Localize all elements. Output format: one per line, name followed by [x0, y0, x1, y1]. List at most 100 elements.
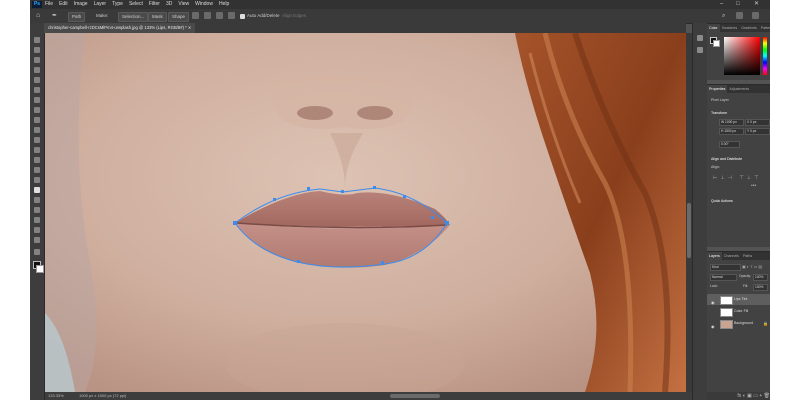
- dodge-tool-icon[interactable]: [34, 177, 40, 183]
- frame-tool-icon[interactable]: [34, 87, 40, 93]
- layer-name[interactable]: Background: [734, 318, 753, 329]
- lock-icon: 🔒: [763, 321, 768, 326]
- hand-tool-icon[interactable]: [34, 227, 40, 233]
- selection-button[interactable]: Selection...: [118, 12, 149, 22]
- menu-view[interactable]: View: [178, 0, 189, 9]
- layers-bottom-icons[interactable]: fx ◐ ▣ ▭ + 🗑: [707, 392, 770, 400]
- layer-name[interactable]: Color Fill: [734, 306, 748, 317]
- tab-gradients[interactable]: Gradients: [739, 24, 759, 32]
- auto-add-delete-checkbox[interactable]: [240, 13, 245, 19]
- menu-select[interactable]: Select: [129, 0, 143, 9]
- layer-name[interactable]: Lips Tint: [734, 294, 747, 305]
- brush-tool-icon[interactable]: [34, 117, 40, 123]
- history-brush-tool-icon[interactable]: [34, 137, 40, 143]
- zoom-tool-icon[interactable]: [34, 237, 40, 243]
- height-field[interactable]: H 1500 px: [719, 128, 744, 135]
- menu-file[interactable]: File: [45, 0, 53, 9]
- menu-filter[interactable]: Filter: [149, 0, 160, 9]
- layer-kind-filter[interactable]: Kind: [710, 264, 741, 271]
- color-picker-field[interactable]: [724, 37, 760, 75]
- lock-label: Lock:: [710, 284, 718, 288]
- tab-swatches[interactable]: Swatches: [720, 24, 740, 32]
- crop-tool-icon[interactable]: [34, 77, 40, 83]
- blend-mode-select[interactable]: Normal: [710, 274, 737, 281]
- close-button[interactable]: ✕: [754, 0, 759, 9]
- more-tools-icon[interactable]: [34, 249, 40, 255]
- menu-layer[interactable]: Layer: [94, 0, 107, 9]
- home-icon[interactable]: ⌂: [36, 12, 40, 20]
- properties-panel-tabs: Properties Adjustments: [707, 85, 770, 93]
- eraser-tool-icon[interactable]: [34, 147, 40, 153]
- path-operations-icon[interactable]: [192, 12, 199, 19]
- filter-icons[interactable]: ▣◐T▭▤: [742, 264, 763, 269]
- path-alignment-icon[interactable]: [204, 12, 211, 19]
- tab-paths[interactable]: Paths: [741, 252, 754, 260]
- workspace-icon[interactable]: [736, 12, 743, 19]
- make-label: Make:: [96, 13, 109, 18]
- move-tool-icon[interactable]: [34, 37, 40, 43]
- layer-row[interactable]: ◉ Color Fill: [707, 306, 770, 317]
- menu-help[interactable]: Help: [219, 0, 229, 9]
- align-distribute-label[interactable]: Align and Distribute: [711, 157, 742, 161]
- maximize-button[interactable]: □: [736, 0, 740, 9]
- horizontal-scroll-thumb[interactable]: [390, 394, 440, 398]
- clone-stamp-tool-icon[interactable]: [34, 127, 40, 133]
- search-icon[interactable]: ⌕: [722, 12, 725, 20]
- tab-properties[interactable]: Properties: [707, 85, 728, 93]
- angle-field[interactable]: 0.00°: [719, 141, 740, 148]
- type-tool-icon[interactable]: [34, 197, 40, 203]
- transform-section-label[interactable]: Transform: [711, 111, 727, 115]
- pen-tool-icon[interactable]: ✒: [52, 12, 57, 20]
- menu-3d[interactable]: 3D: [166, 0, 172, 9]
- tab-adjustments[interactable]: Adjustments: [727, 85, 751, 93]
- brush-settings-icon[interactable]: [697, 47, 703, 53]
- y-field[interactable]: Y 0 px: [745, 128, 770, 135]
- align-icons[interactable]: ⊢⊥⊣ ⊤⊥⊤: [713, 175, 762, 181]
- vertical-scroll-thumb[interactable]: [687, 203, 691, 258]
- layer-row[interactable]: ◉ Lips Tint: [707, 294, 770, 305]
- shape-button[interactable]: Shape: [168, 12, 190, 22]
- menu-image[interactable]: Image: [74, 0, 88, 9]
- background-color-swatch[interactable]: [36, 265, 44, 273]
- mask-button[interactable]: Mask: [148, 12, 167, 22]
- layer-row[interactable]: ◉ Background 🔒: [707, 318, 770, 329]
- menu-type[interactable]: Type: [112, 0, 123, 9]
- bg-color-chip[interactable]: [713, 40, 720, 47]
- marquee-tool-icon[interactable]: [34, 47, 40, 53]
- opacity-field[interactable]: 100%: [753, 274, 768, 281]
- healing-brush-tool-icon[interactable]: [34, 107, 40, 113]
- zoom-level[interactable]: 133.33%: [48, 392, 64, 400]
- right-panels: ColorSwatchesGradientsPatterns Propertie…: [707, 23, 770, 400]
- tab-channels[interactable]: Channels: [722, 252, 741, 260]
- more-options-icon[interactable]: •••: [751, 183, 756, 189]
- pen-tool-icon-active[interactable]: [34, 187, 40, 193]
- mode-select[interactable]: Path: [68, 12, 86, 22]
- document-canvas[interactable]: [45, 33, 686, 392]
- lasso-tool-icon[interactable]: [34, 57, 40, 63]
- history-panel-icon[interactable]: [697, 35, 703, 41]
- x-field[interactable]: X 0 px: [745, 119, 770, 126]
- fill-field[interactable]: 100%: [753, 284, 768, 291]
- minimize-button[interactable]: –: [720, 0, 723, 9]
- menu-edit[interactable]: Edit: [59, 0, 68, 9]
- document-tab[interactable]: christopher-campbell-rzDCsMlPm4-unsplash…: [44, 23, 196, 33]
- tab-patterns[interactable]: Patterns: [759, 24, 770, 32]
- tab-color[interactable]: Color: [707, 24, 720, 32]
- visibility-eye-icon[interactable]: ◉: [711, 321, 715, 332]
- gradient-tool-icon[interactable]: [34, 157, 40, 163]
- rectangle-tool-icon[interactable]: [34, 217, 40, 223]
- tab-layers[interactable]: Layers: [707, 252, 722, 260]
- quick-actions-label[interactable]: Quick Actions: [711, 199, 733, 203]
- menu-window[interactable]: Window: [195, 0, 213, 9]
- share-icon[interactable]: [752, 12, 759, 19]
- eyedropper-tool-icon[interactable]: [34, 97, 40, 103]
- width-field[interactable]: W 1000 px: [719, 119, 744, 126]
- hue-slider[interactable]: [763, 37, 767, 75]
- path-arrangement-icon[interactable]: [216, 12, 223, 19]
- layers-panel-tabs: Layers Channels Paths: [707, 252, 770, 260]
- quick-select-tool-icon[interactable]: [34, 67, 40, 73]
- document-info[interactable]: 1000 px x 1500 px (72 ppi): [79, 392, 126, 400]
- settings-gear-icon[interactable]: [228, 12, 235, 19]
- path-selection-tool-icon[interactable]: [34, 207, 40, 213]
- blur-tool-icon[interactable]: [34, 167, 40, 173]
